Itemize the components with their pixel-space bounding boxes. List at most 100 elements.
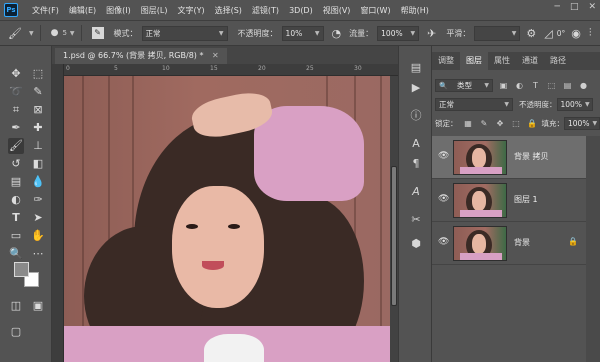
rectangle-tool-icon[interactable]: ▭ [8, 228, 24, 244]
menu-window[interactable]: 窗口(W) [360, 5, 390, 16]
lock-all-icon[interactable]: 🔒 [527, 118, 538, 129]
eye-icon[interactable]: 👁 [438, 151, 449, 161]
tab-layers[interactable]: 图层 [460, 52, 488, 70]
gradient-tool-icon[interactable]: ▤ [8, 174, 24, 190]
path-selection-tool-icon[interactable]: ➤ [30, 210, 46, 226]
document-canvas[interactable] [64, 76, 398, 362]
cube-panel-icon[interactable]: ⬢ [408, 236, 424, 252]
eraser-tool-icon[interactable]: ◧ [30, 156, 46, 172]
mode-select[interactable]: 正常 ▼ [141, 25, 228, 41]
type-tool-icon[interactable]: T [8, 210, 24, 226]
actions-panel-icon[interactable]: ▶ [408, 80, 424, 96]
lock-transparent-icon[interactable]: ▦ [463, 118, 474, 129]
flow-field[interactable]: 100% ▼ [377, 25, 420, 41]
edit-toolbar-icon[interactable]: ▢ [8, 324, 24, 340]
more-tools-icon[interactable]: ⋯ [30, 246, 46, 262]
glyphs-panel-icon[interactable]: A [408, 184, 424, 200]
symmetry-icon[interactable]: ⫶ [589, 26, 592, 40]
close-tab-icon[interactable]: ✕ [212, 51, 219, 60]
minimize-button[interactable]: ─ [555, 2, 560, 12]
eye-icon[interactable]: 👁 [438, 237, 449, 247]
clone-stamp-tool-icon[interactable]: ⊥ [30, 138, 46, 154]
document-title: 1.psd @ 66.7% (背景 拷贝, RGB/8) * [63, 51, 204, 60]
layer-filter-select[interactable]: 🔍 类型 ▼ [435, 79, 493, 92]
airbrush-icon[interactable]: ✈ [427, 27, 436, 40]
fill-field[interactable]: 100% ▼ [564, 117, 600, 130]
menu-type[interactable]: 文字(Y) [177, 5, 204, 16]
quick-mask-icon[interactable]: ◫ [8, 298, 24, 314]
tab-adjustments[interactable]: 调整 [432, 52, 460, 70]
vertical-ruler [52, 64, 64, 362]
screen-mode-icon[interactable]: ▣ [30, 298, 46, 314]
maximize-button[interactable]: □ [570, 2, 579, 12]
menu-help[interactable]: 帮助(H) [401, 5, 429, 16]
tab-channels[interactable]: 通道 [516, 52, 544, 70]
layer-opacity-field[interactable]: 100% ▼ [556, 98, 593, 111]
lock-position-icon[interactable]: ✥ [495, 118, 506, 129]
filter-adjustment-icon[interactable]: ◐ [514, 80, 525, 91]
brush-tool-icon[interactable]: 🖌 [8, 27, 22, 40]
blend-mode-select[interactable]: 正常 ▼ [435, 98, 513, 111]
info-panel-icon[interactable]: ⓘ [408, 108, 424, 124]
zoom-tool-icon[interactable]: 🔍 [8, 246, 24, 262]
brush-tool-icon[interactable]: 🖌 [8, 138, 24, 154]
smooth-field[interactable]: ▼ [474, 25, 521, 41]
filter-smart-object-icon[interactable]: ▤ [562, 80, 573, 91]
document-tab[interactable]: 1.psd @ 66.7% (背景 拷贝, RGB/8) * ✕ [55, 48, 227, 64]
eyedropper-tool-icon[interactable]: ✒ [8, 120, 24, 136]
menu-view[interactable]: 视图(V) [323, 5, 351, 16]
blur-tool-icon[interactable]: 💧 [30, 174, 46, 190]
brush-preset-icon[interactable]: ● [51, 28, 59, 38]
marquee-tool-icon[interactable]: ⬚ [30, 66, 46, 82]
pressure-size-icon[interactable]: ◉ [571, 27, 581, 40]
menu-image[interactable]: 图像(I) [106, 5, 131, 16]
tool-presets-icon[interactable]: ✂ [408, 212, 424, 228]
foreground-color-swatch[interactable] [14, 262, 29, 277]
ruler-label: 15 [210, 65, 218, 72]
pen-tool-icon[interactable]: ✑ [30, 192, 46, 208]
tab-properties[interactable]: 属性 [488, 52, 516, 70]
scrollbar-thumb[interactable] [391, 166, 397, 306]
character-panel-icon[interactable]: A [408, 136, 424, 152]
crop-tool-icon[interactable]: ⌗ [8, 102, 24, 118]
canvas-scrollbar[interactable] [390, 76, 398, 362]
paragraph-panel-icon[interactable]: ¶ [408, 156, 424, 172]
menu-filter[interactable]: 滤镜(T) [252, 5, 279, 16]
chevron-down-icon[interactable]: ▼ [70, 30, 75, 37]
layer-row[interactable]: 👁 图层 1 [432, 179, 586, 222]
eye-icon[interactable]: 👁 [438, 194, 449, 204]
menu-edit[interactable]: 编辑(E) [69, 5, 96, 16]
menu-3d[interactable]: 3D(D) [289, 6, 313, 15]
layer-row[interactable]: 👁 背景 拷贝 [432, 136, 586, 179]
pressure-opacity-icon[interactable]: ◔ [332, 27, 342, 40]
lock-artboard-icon[interactable]: ⬚ [511, 118, 522, 129]
lasso-tool-icon[interactable]: ➰ [8, 84, 24, 100]
chevron-down-icon[interactable]: ▼ [29, 30, 34, 37]
filter-shape-icon[interactable]: ⬚ [546, 80, 557, 91]
lock-image-icon[interactable]: ✎ [479, 118, 490, 129]
layer-opacity-label: 不透明度： [519, 100, 557, 109]
filter-toggle-icon[interactable]: ● [578, 80, 589, 91]
history-panel-icon[interactable]: ▤ [408, 60, 424, 76]
menu-layer[interactable]: 图层(L) [141, 5, 168, 16]
ruler-label: 10 [162, 65, 170, 72]
filter-type-icon[interactable]: T [530, 80, 541, 91]
quick-select-tool-icon[interactable]: ✎ [30, 84, 46, 100]
menu-file[interactable]: 文件(F) [32, 5, 59, 16]
close-button[interactable]: ✕ [588, 2, 596, 12]
move-tool-icon[interactable]: ✥ [8, 66, 24, 82]
angle-icon[interactable]: ◿ [544, 27, 552, 40]
menu-select[interactable]: 选择(S) [215, 5, 242, 16]
layer-row[interactable]: 👁 背景 🔒 [432, 222, 586, 265]
hand-tool-icon[interactable]: ✋ [30, 228, 46, 244]
layers-scrollbar[interactable] [586, 136, 600, 362]
healing-brush-tool-icon[interactable]: ✚ [30, 120, 46, 136]
frame-tool-icon[interactable]: ⊠ [30, 102, 46, 118]
tab-paths[interactable]: 路径 [544, 52, 572, 70]
brush-settings-icon[interactable]: ✎ [91, 27, 104, 39]
filter-pixel-icon[interactable]: ▣ [498, 80, 509, 91]
opacity-field[interactable]: 10% ▼ [281, 25, 324, 41]
gear-icon[interactable]: ⚙ [526, 27, 536, 40]
history-brush-tool-icon[interactable]: ↺ [8, 156, 24, 172]
dodge-tool-icon[interactable]: ◐ [8, 192, 24, 208]
